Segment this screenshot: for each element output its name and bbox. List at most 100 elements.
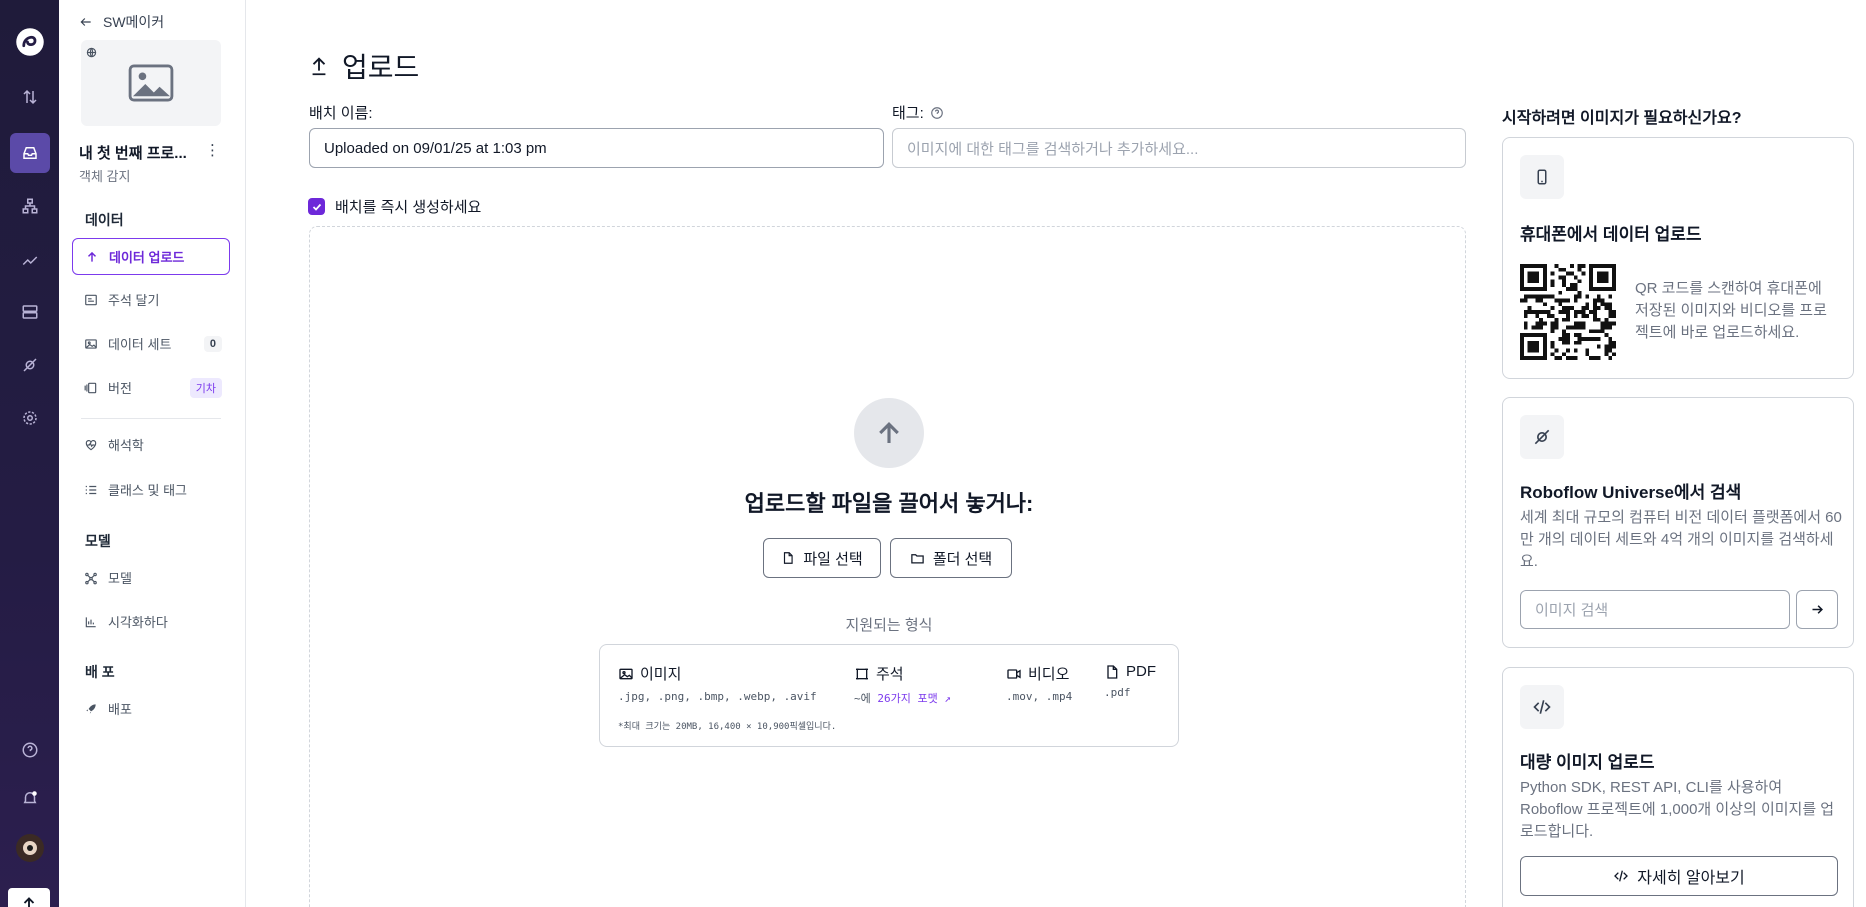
sidebar-item-deploy[interactable]: 배포 [72,690,230,727]
global-rail [0,0,59,907]
arrow-right-icon [1812,605,1823,614]
universe-icon[interactable] [10,345,50,385]
phone-card-title: 휴대폰에서 데이터 업로드 [1520,225,1702,244]
tags-input[interactable]: 이미지에 대한 태그를 검색하거나 추가하세요... [892,128,1466,168]
bounding-box-icon [856,668,868,679]
learn-more-button[interactable]: 자세히 알아보기 [1520,856,1838,896]
sidebar-item-label: 데이터 업로드 [109,250,185,265]
image-search-input[interactable]: 이미지 검색 [1520,590,1790,629]
bulk-upload-card: 대량 이미지 업로드 Python SDK, REST API, CLI를 사용… [1502,667,1854,907]
format-pdf-label: PDF [1126,663,1156,680]
format-video-extensions: .mov, .mp4 [1006,690,1073,703]
transfer-icon[interactable] [10,77,50,117]
sidebar-item-label: 배포 [108,702,132,717]
file-icon [784,552,793,564]
external-arrow-icon[interactable]: ↗ [944,692,951,705]
dropzone[interactable] [309,226,1466,907]
settings-gear-icon[interactable] [10,398,50,438]
arrow-left-icon [80,18,91,26]
train-badge: 기차 [189,377,222,398]
roboflow-logo-icon[interactable] [10,22,50,62]
notifications-bell-icon[interactable] [10,778,50,818]
universe-card-description: 세계 최대 규모의 컴퓨터 비전 데이터 플랫폼에서 60만 개의 데이터 세트… [1520,509,1842,570]
project-thumbnail[interactable] [81,40,221,126]
supported-formats-heading: 지원되는 형식 [845,617,933,634]
tags-label: 태그: [892,102,944,123]
phone-card-description: QR 코드를 스캔하여 휴대폰에 저장된 이미지와 비디오를 프로젝트에 바로 … [1635,280,1827,341]
upload-fab-icon[interactable] [8,888,50,907]
universe-icon [1520,415,1564,459]
format-annotations-label: 주석 [876,666,904,683]
sidebar-item-dataset[interactable]: 데이터 세트 0 [72,325,230,362]
user-avatar[interactable] [10,828,50,868]
checkbox-checked-icon[interactable] [308,198,325,215]
sidebar-item-upload-data[interactable]: 데이터 업로드 [72,238,230,275]
page-title-text: 업로드 [342,52,420,83]
universe-card-title: Roboflow Universe에서 검색 [1520,483,1742,502]
project-menu-kebab-icon[interactable]: ⋮ [205,141,220,159]
batch-name-label: 배치 이름: [309,102,373,123]
sidebar-item-visualize[interactable]: 시각화하다 [72,603,230,640]
format-pdf: PDF .pdf [1104,663,1156,699]
format-images-label: 이미지 [640,666,682,683]
bulk-card-title: 대량 이미지 업로드 [1520,753,1655,772]
right-panel-title: 시작하려면 이미지가 필요하신가요? [1502,110,1742,127]
projects-inbox-icon[interactable] [10,133,50,173]
format-images-extensions: .jpg, .png, .bmp, .webp, .avif [618,690,817,703]
section-deploy-heading: 배 포 [85,664,115,680]
code-icon [1520,685,1564,729]
annotate-icon [85,294,97,305]
model-graph-icon [85,572,97,584]
back-to-workspace-link[interactable]: SW메이커 [79,12,164,32]
select-files-label: 파일 선택 [803,550,863,568]
format-images: 이미지 .jpg, .png, .bmp, .webp, .avif [618,663,817,703]
bar-chart-icon [85,616,96,627]
format-video-label: 비디오 [1028,666,1070,683]
sidebar-item-label: 시각화하다 [108,615,168,630]
sidebar-item-annotate[interactable]: 주석 달기 [72,281,230,318]
workflows-icon[interactable] [10,186,50,226]
section-models-heading: 모델 [85,533,111,549]
checkbox-label: 배치를 즉시 생성하세요 [335,199,482,216]
list-icon [85,485,97,494]
format-annotations: 주석 ~에 26가지 포맷 ↗ [854,663,951,706]
batch-name-input[interactable]: Uploaded on 09/01/25 at 1:03 pm [309,128,884,168]
sidebar-item-label: 주석 달기 [108,293,160,308]
batch-name-label-text: 배치 이름: [309,105,373,122]
pdf-file-icon [1107,664,1118,679]
heart-pulse-icon [85,439,97,450]
folder-icon [911,553,924,563]
upload-arrow-icon [854,398,924,468]
format-video: 비디오 .mov, .mp4 [1006,663,1072,703]
format-annotations-prefix: ~에 [854,692,871,705]
phone-upload-card: 휴대폰에서 데이터 업로드 QR 코드를 스캔하여 휴대폰에 저장된 이미지와 … [1502,137,1854,379]
sidebar-item-label: 모델 [108,571,132,586]
dataset-icon [85,338,97,349]
project-type: 객체 감지 [79,169,131,184]
select-folder-button[interactable]: 폴더 선택 [890,538,1012,578]
page-title: 업로드 [308,46,419,86]
help-icon[interactable] [10,730,50,770]
universe-search-card: Roboflow Universe에서 검색 세계 최대 규모의 컴퓨터 비전 … [1502,397,1854,648]
project-sidebar: SW메이커 내 첫 번째 프로... ⋮ 객체 감지 데이터 데이터 업로드 주… [59,0,246,907]
learn-more-label: 자세히 알아보기 [1637,870,1745,887]
qr-code-icon[interactable] [1520,264,1616,360]
search-submit-button[interactable] [1796,590,1838,629]
image-placeholder-icon [128,64,174,102]
image-icon [619,668,633,679]
sidebar-item-classes-tags[interactable]: 클래스 및 태그 [72,471,230,508]
rocket-icon [86,703,96,714]
select-files-button[interactable]: 파일 선택 [763,538,881,578]
sidebar-item-versions[interactable]: 버전 기차 [72,369,230,406]
dataset-count-badge: 0 [203,335,222,352]
section-data-heading: 데이터 [85,212,124,228]
deployments-icon[interactable] [10,292,50,332]
create-batch-checkbox[interactable]: 배치를 즉시 생성하세요 [308,196,481,217]
sidebar-item-models[interactable]: 모델 [72,559,230,596]
monitoring-icon[interactable] [10,240,50,280]
sidebar-item-analytics[interactable]: 해석학 [72,426,230,463]
sidebar-divider [81,418,221,419]
help-circle-icon[interactable] [930,106,944,120]
annotation-formats-link[interactable]: 26가지 포맷 [877,692,937,705]
code-icon [1614,870,1629,882]
